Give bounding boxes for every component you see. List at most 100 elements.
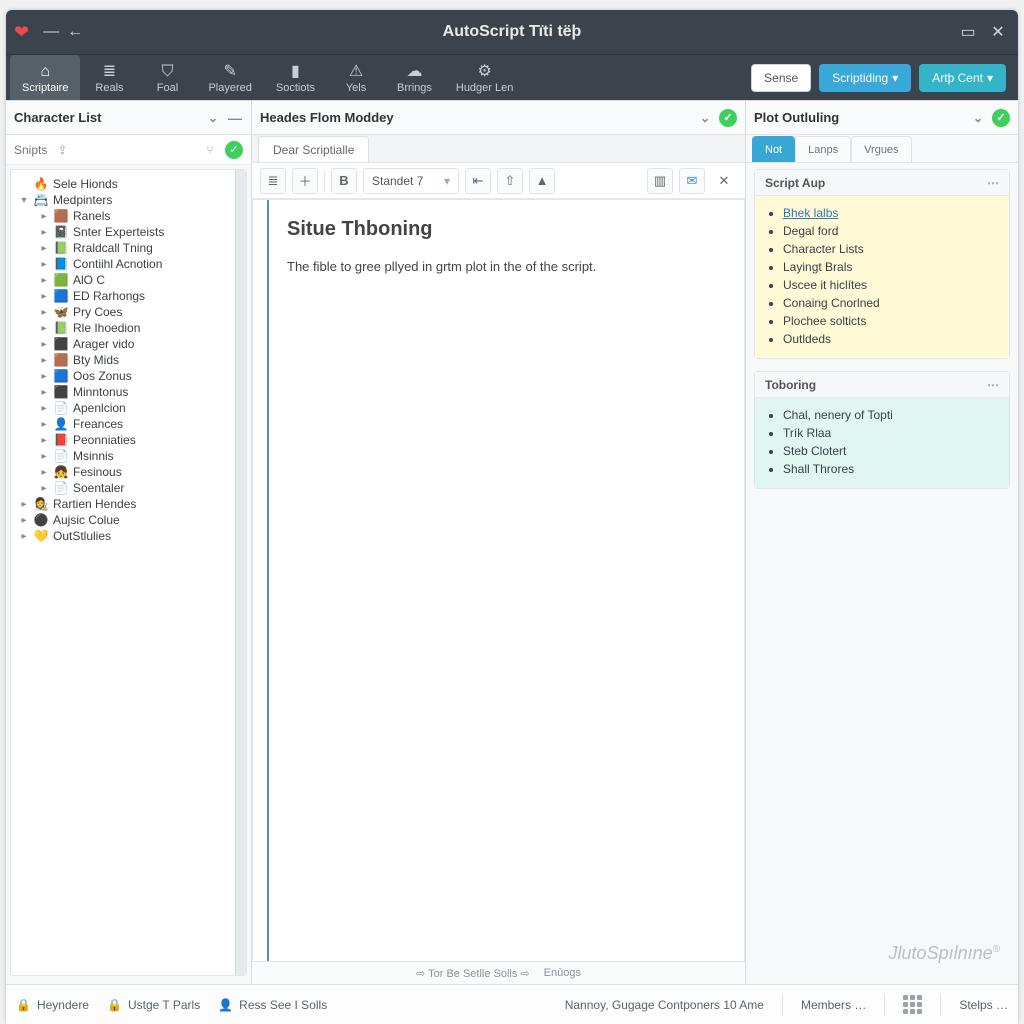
scripting-button[interactable]: Scriptiding▾ [819,64,911,92]
right-tab-vrgues[interactable]: Vrgues [851,136,911,162]
ok-status-icon[interactable]: ✓ [719,109,737,127]
user-icon[interactable]: ▲ [529,168,555,194]
tree-node[interactable]: ▸💛OutStlulies [13,528,244,544]
list-item[interactable]: Plochee solticts [783,312,1001,330]
list-item[interactable]: Trík Rlaa [783,424,1001,442]
tree-node[interactable]: ▸⚫Aujsic Colue [13,512,244,528]
right-tab-lanps[interactable]: Lanps [795,136,851,162]
list-item[interactable]: Conaing Cnorlned [783,294,1001,312]
list-item[interactable]: Uscee it hiclítes [783,276,1001,294]
tree-node[interactable]: ▸👩‍🎨Rartien Hendes [13,496,244,512]
twisty-icon[interactable]: ▸ [19,499,29,510]
list-item[interactable]: Layingt Brals [783,258,1001,276]
twisty-icon[interactable]: ▾ [19,195,29,206]
list-item[interactable]: Bhek lalbs [783,204,1001,222]
tree-node[interactable]: ▸📓Snter Experteists [13,224,244,240]
twisty-icon[interactable]: ▸ [39,467,49,478]
tab-soctiots[interactable]: ▮Soctiots [264,55,327,100]
tree-node[interactable]: ▸🦋Pry Coes [13,304,244,320]
ok-status-icon[interactable]: ✓ [992,109,1010,127]
twisty-icon[interactable]: ▸ [39,307,49,318]
twisty-icon[interactable]: ▸ [39,323,49,334]
add-icon[interactable]: ＋ [292,168,318,194]
editor-tab[interactable]: Dear Scriptialle [258,136,369,162]
tree-node[interactable]: ▸📗Rle Ihoedion [13,320,244,336]
tree-node[interactable]: ▸📄Soentaler [13,480,244,496]
style-select[interactable]: Standet 7▾ [363,168,459,194]
close-tab-icon[interactable]: ✕ [711,168,737,194]
twisty-icon[interactable]: ▸ [39,355,49,366]
footer-item[interactable]: 🔒Heyndere [16,998,89,1012]
minimize-icon[interactable]: ― [39,20,63,44]
twisty-icon[interactable]: ▸ [39,243,49,254]
footer-item[interactable]: 👤Ress See I Solls [218,998,327,1012]
list-item[interactable]: Steb Clotert [783,442,1001,460]
tree-node[interactable]: ▸📄Msinnis [13,448,244,464]
tree-node[interactable]: ▸⬛Arager vido [13,336,244,352]
collapse-icon[interactable]: ⋯ [987,176,999,190]
list-item[interactable]: Outldeds [783,330,1001,348]
tree-node[interactable]: ▸📘Contiihl Acnotion [13,256,244,272]
right-tab-not[interactable]: Not [752,136,795,162]
bold-icon[interactable]: B [331,168,357,194]
twisty-icon[interactable]: ▸ [39,371,49,382]
tree-node[interactable]: ▸⬛Minntonus [13,384,244,400]
twisty-icon[interactable]: ▸ [39,227,49,238]
list-item[interactable]: Character Lists [783,240,1001,258]
filter-icon[interactable]: ⑂ [201,143,219,157]
tree-node[interactable]: ▸🟦ED Rarhongs [13,288,244,304]
mail-icon[interactable]: ✉ [679,168,705,194]
align-icon[interactable]: ≣ [260,168,286,194]
chevron-down-icon[interactable]: ⌄ [205,111,221,125]
tree-node[interactable]: ▸🟫Bty Mids [13,352,244,368]
twisty-icon[interactable]: ▸ [39,419,49,430]
tab-scriptaire[interactable]: ⌂Scriptaire [10,55,80,100]
list-link[interactable]: Bhek lalbs [783,206,838,220]
close-icon[interactable]: ✕ [986,20,1010,44]
chevron-down-icon[interactable]: ⌄ [697,111,713,125]
pin-icon[interactable]: ⇪ [53,143,71,157]
footer-item[interactable]: 🔒Ustge T Parls [107,998,200,1012]
twisty-icon[interactable]: ▸ [39,259,49,270]
back-icon[interactable]: ← [63,20,87,44]
ok-status-icon[interactable]: ✓ [225,141,243,159]
list-item[interactable]: Shall Throres [783,460,1001,478]
tab-hudger[interactable]: ⚙Hudger Len [444,55,526,100]
tab-yels[interactable]: ⚠Yels [327,55,385,100]
twisty-icon[interactable]: ▸ [39,275,49,286]
editor-canvas[interactable]: Situe Thboning The fible to gree pllyed … [252,199,745,962]
twisty-icon[interactable]: ▸ [39,211,49,222]
tab-playered[interactable]: ✎Playered [196,55,263,100]
tab-reals[interactable]: ≣Reals [80,55,138,100]
tree-node[interactable]: ▸👤Freances [13,416,244,432]
tree-node[interactable]: 🔥Sele Hionds [13,176,244,192]
collapse-icon[interactable]: ⋯ [987,378,999,392]
twisty-icon[interactable]: ▸ [19,531,29,542]
upload-icon[interactable]: ⇧ [497,168,523,194]
twisty-icon[interactable]: ▸ [39,483,49,494]
tab-brrings[interactable]: ☁Brrings [385,55,444,100]
footer-members[interactable]: Members … [801,998,866,1012]
twisty-icon[interactable]: ▸ [39,435,49,446]
apps-grid-icon[interactable] [903,995,922,1014]
tree-node[interactable]: ▸🟩AlO C [13,272,244,288]
chevron-down-icon[interactable]: ⌄ [970,111,986,125]
minimize-panel-icon[interactable]: — [227,110,243,126]
restore-icon[interactable]: ▭ [956,20,980,44]
twisty-icon[interactable]: ▸ [39,387,49,398]
tree-node[interactable]: ▸👧Fesinous [13,464,244,480]
list-item[interactable]: Chal, nenery of Topti [783,406,1001,424]
tab-foal[interactable]: ⛉Foal [138,55,196,100]
tree-node[interactable]: ▸📕Peonniaties [13,432,244,448]
tree-node[interactable]: ▸🟫Ranels [13,208,244,224]
outdent-icon[interactable]: ⇤ [465,168,491,194]
character-tree[interactable]: 🔥Sele Hionds▾📇Medpinters▸🟫Ranels▸📓Snter … [10,169,247,976]
twisty-icon[interactable]: ▸ [39,291,49,302]
arlg-button[interactable]: Artþ Cent▾ [919,64,1006,92]
footer-steps[interactable]: Stelps … [959,998,1008,1012]
tree-node[interactable]: ▾📇Medpinters [13,192,244,208]
tree-node[interactable]: ▸🟦Oos Zonus [13,368,244,384]
twisty-icon[interactable]: ▸ [39,339,49,350]
layout-icon[interactable]: ▥ [647,168,673,194]
twisty-icon[interactable]: ▸ [19,515,29,526]
